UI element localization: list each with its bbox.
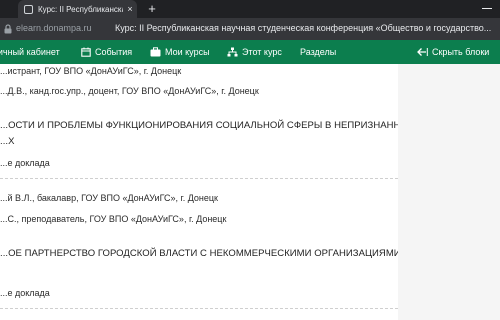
nav-events-label: События xyxy=(95,47,133,57)
moodle-favicon-icon xyxy=(24,4,33,14)
nav-sections-label: Разделы xyxy=(300,47,337,57)
nav-dashboard-label: Личный кабинет xyxy=(0,47,60,57)
url-host[interactable]: elearn.donampa.ru xyxy=(16,23,92,33)
nav-hide-blocks[interactable]: Скрыть блоки xyxy=(417,40,489,64)
section-divider xyxy=(0,178,398,179)
close-tab-icon[interactable]: × xyxy=(123,4,137,14)
moodle-navbar: Личный кабинет События Мои курсы Этот ку… xyxy=(0,40,500,64)
tab-title: Курс: II Республиканская xyxy=(38,4,123,14)
nav-hide-blocks-label: Скрыть блоки xyxy=(432,47,490,57)
block-region xyxy=(398,64,500,320)
lock-icon[interactable] xyxy=(2,23,14,35)
calendar-icon xyxy=(81,47,91,57)
nav-my-courses-label: Мои курсы xyxy=(165,47,210,57)
nav-this-course-label: Этот курс xyxy=(242,47,282,57)
author-line: ...й В.Л., бакалавр, ГОУ ВПО «ДонАУиГС»,… xyxy=(0,193,218,203)
nav-events[interactable]: События xyxy=(81,40,132,64)
browser-tab[interactable]: Курс: II Республиканская × xyxy=(18,0,137,18)
page-title-in-addressbar[interactable]: Курс: II Республиканская научная студенч… xyxy=(115,23,491,33)
nav-my-courses[interactable]: Мои курсы xyxy=(150,40,210,64)
report-text-link[interactable]: ...е доклада xyxy=(0,288,50,298)
address-bar[interactable]: elearn.donampa.ru Курс: II Республиканск… xyxy=(0,18,500,40)
report-text-link[interactable]: ...е доклада xyxy=(0,158,50,168)
nav-dashboard[interactable]: Личный кабинет xyxy=(0,40,60,64)
minimize-window-icon[interactable] xyxy=(482,8,492,9)
briefcase-icon xyxy=(150,47,161,57)
report-title: ...ОЕ ПАРТНЕРСТВО ГОРОДСКОЙ ВЛАСТИ С НЕК… xyxy=(0,248,398,259)
section-divider xyxy=(0,308,398,309)
report-title-continued: ...Х xyxy=(0,136,15,147)
author-line: ...С., преподаватель, ГОУ ВПО «ДонАУиГС»… xyxy=(0,214,227,224)
collapse-arrow-icon xyxy=(417,48,428,56)
nav-this-course[interactable]: Этот курс xyxy=(227,40,282,64)
course-content: ...истрант, ГОУ ВПО «ДонАУиГС», г. Донец… xyxy=(0,64,398,320)
report-title: ...ОСТИ И ПРОБЛЕМЫ ФУНКЦИОНИРОВАНИЯ СОЦИ… xyxy=(0,120,398,131)
author-line: ...Д.В., канд.гос.упр., доцент, ГОУ ВПО … xyxy=(0,86,259,96)
author-line: ...истрант, ГОУ ВПО «ДонАУиГС», г. Донец… xyxy=(0,66,182,76)
nav-sections[interactable]: Разделы xyxy=(300,40,336,64)
new-tab-button[interactable]: + xyxy=(145,2,159,16)
browser-tab-strip: Курс: II Республиканская × + xyxy=(0,0,500,18)
sitemap-icon xyxy=(227,47,238,57)
